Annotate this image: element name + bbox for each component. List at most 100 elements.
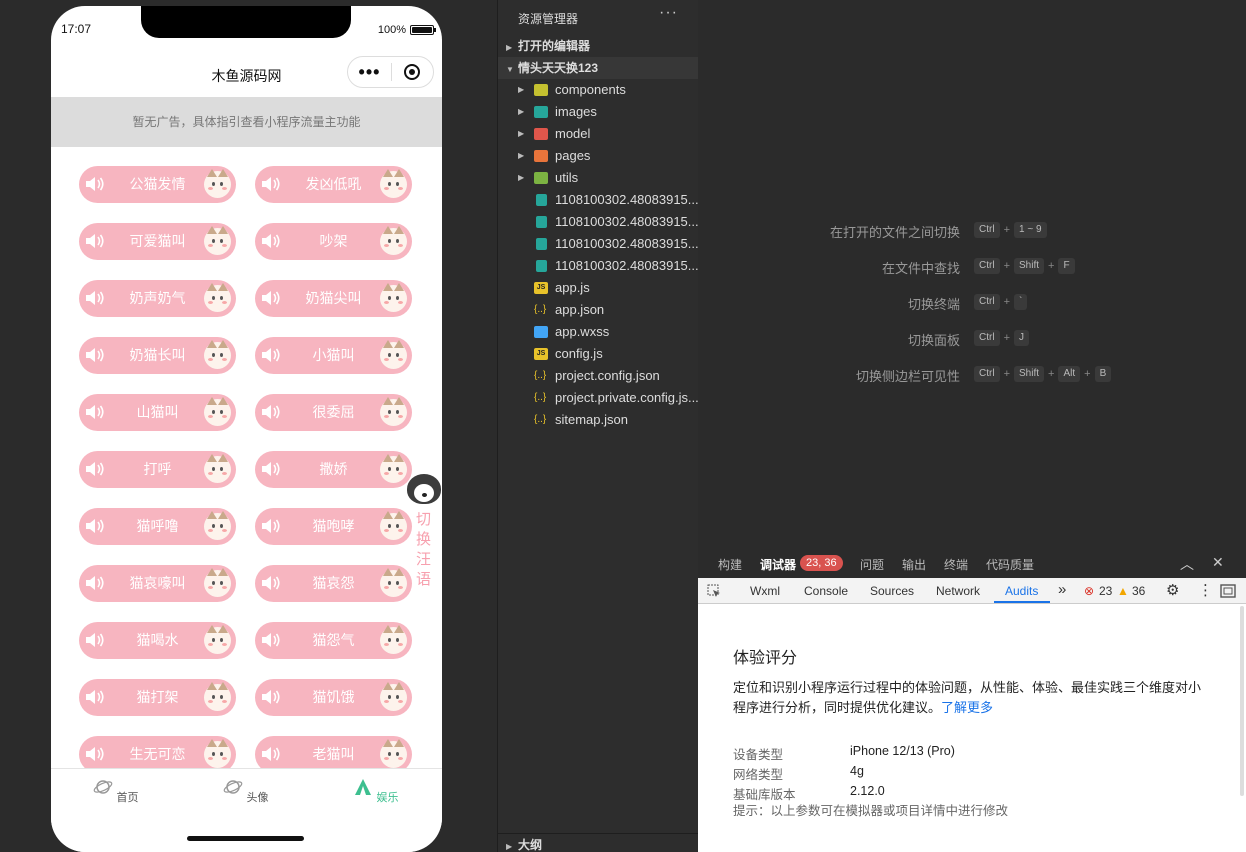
audits-title: 体验评分 xyxy=(733,650,798,667)
close-icon[interactable]: ✕ xyxy=(1212,554,1224,571)
folder-item[interactable]: ▶ images xyxy=(498,101,699,123)
tab-output[interactable]: 输出 xyxy=(902,556,926,573)
sound-button[interactable]: 猫哀嚎叫 xyxy=(79,565,236,602)
file-name: 1108100302.48083915... xyxy=(555,192,699,207)
file-item[interactable]: {..} sitemap.json xyxy=(498,409,699,431)
file-item[interactable]: JS app.js xyxy=(498,277,699,299)
cat-face-icon xyxy=(204,625,231,654)
project-section[interactable]: ▼ 情头天天换123 xyxy=(498,57,699,79)
folder-item[interactable]: ▶ utils xyxy=(498,167,699,189)
editor-area: 在打开的文件之间切换 Ctrl +1 ~ 9 在文件中查找 Ctrl + Shift + F 切换… xyxy=(698,0,1246,548)
sound-button[interactable]: 猫怨气 xyxy=(255,622,412,659)
sound-button[interactable]: 猫咆哮 xyxy=(255,508,412,545)
outline-section[interactable]: ▶ 大纲 xyxy=(498,833,699,852)
tab-code-quality[interactable]: 代码质量 xyxy=(986,556,1034,573)
vertical-dots-icon[interactable]: ⋮ xyxy=(1198,581,1213,599)
explorer-title: 资源管理器 xyxy=(518,12,579,26)
file-item[interactable]: {..} project.config.json xyxy=(498,365,699,387)
sound-button[interactable]: 奶猫长叫 xyxy=(79,337,236,374)
section-label: 大纲 xyxy=(518,838,543,852)
husky-icon xyxy=(407,474,441,504)
tab-label: 头像 xyxy=(246,792,269,804)
sound-button[interactable]: 奶猫尖叫 xyxy=(255,280,412,317)
tab-problems[interactable]: 问题 xyxy=(860,556,884,573)
sound-button[interactable]: 发凶低吼 xyxy=(255,166,412,203)
open-editors-section[interactable]: ▶ 打开的编辑器 xyxy=(498,35,699,57)
devtools-toolbar: Wxml Console Sources Network Audits » ⊗ … xyxy=(698,578,1246,604)
folder-name: images xyxy=(555,104,597,119)
folder-icon xyxy=(534,128,548,140)
more-tabs-icon[interactable]: » xyxy=(1058,581,1066,598)
chevron-right-icon: ▶ xyxy=(518,129,525,138)
file-item[interactable]: {..} project.private.config.js... xyxy=(498,387,699,409)
sound-button[interactable]: 打呼 xyxy=(79,451,236,488)
ad-banner: 暂无广告，具体指引查看小程序流量主功能 xyxy=(51,97,442,147)
tab-wxml[interactable]: Wxml xyxy=(750,584,780,598)
tab-audits[interactable]: Audits xyxy=(1005,584,1038,598)
dock-icon[interactable] xyxy=(1220,584,1236,598)
cat-face-icon xyxy=(380,169,407,198)
css-file-icon xyxy=(534,326,548,338)
tab-sources[interactable]: Sources xyxy=(870,584,914,598)
more-options-icon[interactable]: ··· xyxy=(659,4,678,22)
tab-home[interactable]: 首页 xyxy=(76,777,156,805)
file-item[interactable]: 1108100302.48083915... xyxy=(498,189,699,211)
file-item[interactable]: JS config.js xyxy=(498,343,699,365)
sound-button[interactable]: 公猫发情 xyxy=(79,166,236,203)
json-file-icon: {..} xyxy=(534,414,547,425)
sound-button[interactable]: 吵架 xyxy=(255,223,412,260)
switch-dog-language-button[interactable]: 切换汪语 xyxy=(406,474,442,590)
shortcut-label: 切换面板 xyxy=(907,333,960,348)
tab-console[interactable]: Console xyxy=(804,584,848,598)
tab-avatar[interactable]: 头像 xyxy=(206,777,286,805)
sound-button[interactable]: 猫哀怨 xyxy=(255,565,412,602)
sound-button[interactable]: 奶声奶气 xyxy=(79,280,236,317)
key-cap: Ctrl xyxy=(974,258,1000,274)
sound-button[interactable]: 猫饥饿 xyxy=(255,679,412,716)
json-file-icon: {..} xyxy=(534,392,547,403)
sound-button[interactable]: 猫打架 xyxy=(79,679,236,716)
file-item[interactable]: 1108100302.48083915... xyxy=(498,255,699,277)
tab-build[interactable]: 构建 xyxy=(718,556,742,573)
active-tab-underline xyxy=(994,601,1050,603)
learn-more-link[interactable]: 了解更多 xyxy=(941,700,993,715)
sound-button[interactable]: 撒娇 xyxy=(255,451,412,488)
plus-sign: + xyxy=(1003,296,1010,308)
planet-icon xyxy=(94,780,113,794)
cat-face-icon xyxy=(380,568,407,597)
phone-notch xyxy=(141,6,351,38)
sound-button[interactable]: 猫喝水 xyxy=(79,622,236,659)
key-cap: Ctrl xyxy=(974,294,1000,310)
sound-button[interactable]: 小猫叫 xyxy=(255,337,412,374)
sound-button[interactable]: 很委屈 xyxy=(255,394,412,431)
folder-item[interactable]: ▶ components xyxy=(498,79,699,101)
shortcut-label: 切换侧边栏可见性 xyxy=(855,369,960,384)
file-item[interactable]: app.wxss xyxy=(498,321,699,343)
folder-item[interactable]: ▶ model xyxy=(498,123,699,145)
close-target-icon[interactable] xyxy=(392,64,433,80)
folder-icon xyxy=(534,150,548,162)
scrollbar[interactable] xyxy=(1240,606,1244,796)
tab-terminal[interactable]: 终端 xyxy=(944,556,968,573)
chevron-right-icon: ▶ xyxy=(506,43,513,52)
row-value: 4g xyxy=(850,764,864,778)
shortcut-keys: Ctrl +1 ~ 9 xyxy=(974,222,1047,238)
bottom-panel: 构建 调试器 23, 36 问题 输出 终端 代码质量 ︿ ✕ Wxml Con… xyxy=(698,548,1246,852)
warning-icon: ▲ xyxy=(1117,584,1129,598)
file-item[interactable]: 1108100302.48083915... xyxy=(498,233,699,255)
file-item[interactable]: {..} app.json xyxy=(498,299,699,321)
tab-debugger[interactable]: 调试器 xyxy=(760,556,796,573)
chevron-up-icon[interactable]: ︿ xyxy=(1180,554,1194,574)
file-name: project.config.json xyxy=(555,368,660,383)
cat-face-icon xyxy=(380,739,407,768)
file-item[interactable]: 1108100302.48083915... xyxy=(498,211,699,233)
sound-button[interactable]: 猫呼噜 xyxy=(79,508,236,545)
sound-button[interactable]: 山猫叫 xyxy=(79,394,236,431)
sound-button[interactable]: 可爱猫叫 xyxy=(79,223,236,260)
gear-icon[interactable]: ⚙ xyxy=(1166,581,1179,599)
more-dots-icon[interactable]: ••• xyxy=(348,57,391,87)
tab-network[interactable]: Network xyxy=(936,584,980,598)
tab-entertainment[interactable]: 娱乐 xyxy=(336,777,416,805)
folder-item[interactable]: ▶ pages xyxy=(498,145,699,167)
inspect-icon[interactable] xyxy=(707,584,721,598)
